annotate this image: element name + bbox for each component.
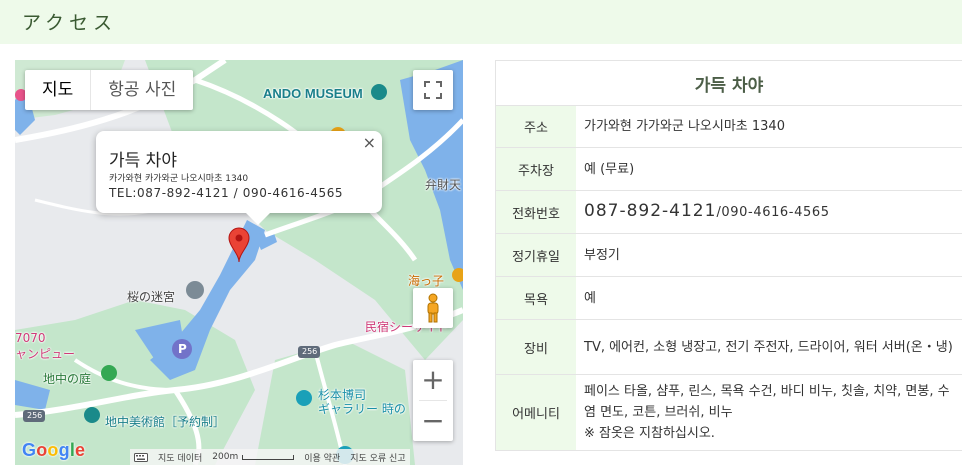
amenity-note: ※ 잠옷은 지참하십시오.: [584, 426, 715, 441]
table-row-holiday: 정기휴일 부정기: [496, 234, 962, 277]
row-value-phone: 087-892-4121 /090-4616-4565: [576, 191, 962, 233]
row-label-equipment: 장비: [496, 320, 576, 374]
amenity-list: 페이스 타올, 샴푸, 린스, 목욕 수건, 바디 비누, 칫솔, 치약, 면봉…: [584, 384, 950, 420]
zoom-out-button[interactable]: −: [413, 401, 453, 441]
row-value-parking: 예 (무료): [584, 161, 635, 177]
map-scale[interactable]: 200m: [212, 452, 295, 462]
map-label-7070: 7070: [15, 331, 46, 345]
page-header: アクセス: [0, 0, 962, 44]
gallery-poi-icon: [296, 390, 312, 406]
info-window-address: 카가와현 카가와군 나오시마초 1340: [109, 174, 249, 184]
google-map[interactable]: ANDO MUSEUM 弁財天 海っ子 桜の迷宮 民宿シーサイド 地中の庭 地中…: [15, 60, 463, 465]
table-row-amenity: 어메니티 페이스 타올, 샴푸, 린스, 목욕 수건, 바디 비누, 칫솔, 치…: [496, 375, 962, 451]
zoom-control: + −: [413, 360, 453, 441]
map-label-jichu-museum: 地中美術館［予約制］: [105, 415, 226, 429]
row-value-equipment: TV, 에어컨, 소형 냉장고, 전기 주전자, 드라이어, 워터 서버(온・냉…: [584, 339, 953, 355]
row-label-address: 주소: [496, 106, 576, 147]
row-label-phone: 전화번호: [496, 191, 576, 233]
row-label-holiday: 정기휴일: [496, 234, 576, 276]
info-table-title: 가득 차야: [496, 61, 962, 106]
row-label-bath: 목욕: [496, 277, 576, 319]
map-label-umiko: 海っ子: [408, 274, 445, 288]
map-terms-link[interactable]: 이용 약관: [304, 451, 340, 464]
phone-sub[interactable]: /090-4616-4565: [716, 202, 829, 223]
map-type-control: 지도 항공 사진: [25, 70, 194, 110]
museum-poi-icon: [371, 84, 387, 100]
museum-poi-icon-2: [84, 407, 100, 423]
pegman-icon: [427, 293, 439, 323]
fullscreen-button[interactable]: [413, 70, 453, 110]
map-label-benzaiten: 弁財天: [425, 178, 462, 192]
map-report-link[interactable]: 지도 오류 신고: [350, 451, 405, 464]
road-label-256-b: 256: [27, 411, 43, 420]
table-row-bath: 목욕 예: [496, 277, 962, 320]
map-type-map-button[interactable]: 지도: [25, 70, 92, 110]
page-title: アクセス: [22, 12, 118, 34]
map-data-link[interactable]: 지도 데이터: [158, 451, 202, 464]
row-label-amenity: 어메니티: [496, 375, 576, 450]
info-window-name: 가득 차야: [109, 151, 177, 171]
keyboard-icon[interactable]: [134, 452, 148, 462]
map-scale-bar: [242, 454, 295, 460]
zoom-in-button[interactable]: +: [413, 360, 453, 400]
map-label-panview: ャンピュー: [15, 347, 76, 361]
info-window-close-button[interactable]: ×: [363, 133, 376, 152]
row-value-holiday: 부정기: [584, 247, 620, 263]
map-info-window: × 가득 차야 카가와현 카가와군 나오시마초 1340 TEL:087-892…: [96, 131, 382, 225]
map-scale-label: 200m: [212, 452, 239, 462]
map-label-jichu-garden: 地中の庭: [43, 372, 92, 386]
info-table: 가득 차야 주소 가가와현 가가와군 나오시마초 1340 주차장 예 (무료)…: [495, 60, 962, 451]
table-row-address: 주소 가가와현 가가와군 나오시마초 1340: [496, 106, 962, 148]
map-label-sakura-meikyu: 桜の迷宮: [127, 290, 176, 304]
info-window-tail: [246, 213, 270, 225]
table-row-phone: 전화번호 087-892-4121 /090-4616-4565: [496, 191, 962, 234]
map-type-satellite-button[interactable]: 항공 사진: [91, 70, 193, 110]
row-value-address: 가가와현 가가와군 나오시마초 1340: [584, 119, 785, 134]
road-label-256-a: 256: [302, 347, 318, 356]
row-label-parking: 주차장: [496, 148, 576, 190]
poi-gray-icon: [186, 281, 204, 299]
row-value-amenity: 페이스 타올, 샴푸, 린스, 목욕 수건, 바디 비누, 칫솔, 치약, 면봉…: [576, 375, 962, 450]
map-footer: 지도 데이터 200m 이용 약관 지도 오류 신고: [130, 449, 410, 465]
table-row-parking: 주차장 예 (무료): [496, 148, 962, 191]
table-row-equipment: 장비 TV, 에어컨, 소형 냉장고, 전기 주전자, 드라이어, 워터 서버(…: [496, 320, 962, 375]
garden-poi-icon: [101, 365, 117, 381]
street-view-pegman-button[interactable]: [413, 288, 453, 328]
fullscreen-icon: [424, 81, 442, 99]
map-label-sugimoto-gallery: ギャラリー 時の: [318, 402, 406, 416]
row-value-bath: 예: [584, 290, 596, 306]
phone-main-link[interactable]: 087-892-4121: [584, 201, 716, 222]
google-logo[interactable]: Google: [22, 440, 85, 461]
info-window-tel: TEL:087-892-4121 / 090-4616-4565: [109, 186, 344, 200]
parking-label: P: [178, 342, 187, 356]
map-label-ando-museum: ANDO MUSEUM: [263, 86, 363, 101]
